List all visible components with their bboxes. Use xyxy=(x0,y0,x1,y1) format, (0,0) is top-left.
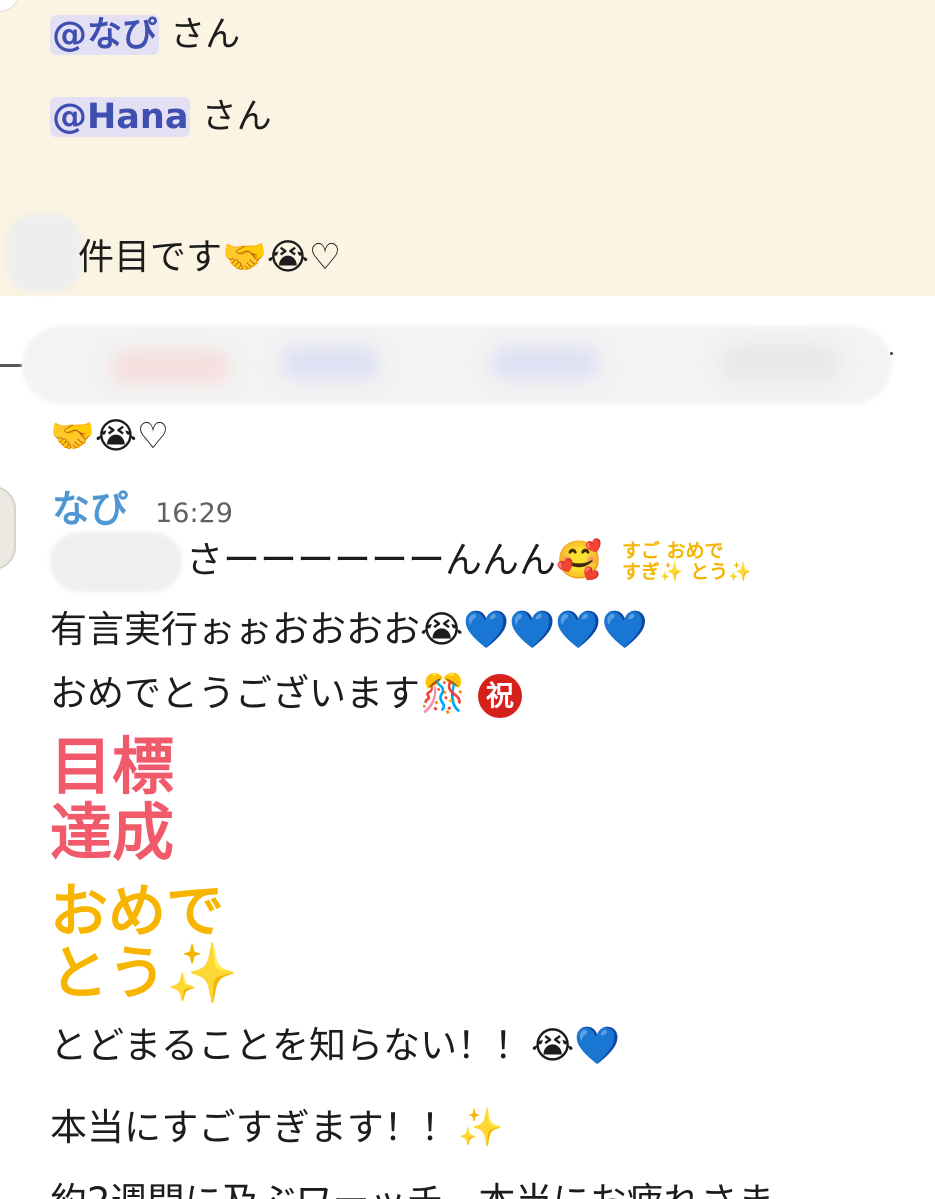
divider xyxy=(0,364,22,367)
sticker-congratulations: おめで とう✨ xyxy=(50,877,239,1007)
reaction-text: 🤝😭♡ xyxy=(50,416,170,457)
message-line-3: おめでとうございます🎊 祝 xyxy=(50,666,522,722)
message-text: 件目です🤝😭♡ xyxy=(78,237,342,278)
redacted-spot xyxy=(280,346,380,380)
username[interactable]: なぴ xyxy=(52,487,128,531)
message-header: なぴ 16:29 xyxy=(52,478,233,531)
blue-hearts: 💙💙💙💙 xyxy=(463,608,648,651)
line1-text: さーーーーーーんんん🥰 xyxy=(186,538,603,582)
sticker-top: すご おめで xyxy=(621,540,724,562)
message-line-1: さーーーーーーんんん🥰 すご おめで すぎ✨ とう✨ xyxy=(50,532,752,592)
divider-dot xyxy=(890,352,893,355)
chat-view: @なぴ さん @Hana さん 件目です🤝😭♡ 🤝😭♡ なぴ 16:29 さーー… xyxy=(0,0,935,1199)
timestamp[interactable]: 16:29 xyxy=(155,498,233,529)
message-line-5: 本当にすごすぎます！！✨ xyxy=(50,1106,504,1149)
redacted-name xyxy=(50,532,182,592)
mention-hana[interactable]: @Hana xyxy=(50,97,191,137)
mention-line-1: @なぴ さん xyxy=(50,12,240,58)
message-line-6: 約2週間に及ぶワーッチ、本当にお疲れさま xyxy=(50,1174,774,1199)
mention-suffix: さん xyxy=(201,97,272,137)
line3-text: おめでとうございます🎊 xyxy=(50,672,467,715)
redacted-text xyxy=(6,214,82,292)
mention-suffix: さん xyxy=(170,15,241,55)
avatar[interactable] xyxy=(0,0,20,12)
celebration-badge-icon: 祝 xyxy=(477,673,522,718)
highlighted-message: @なぴ さん @Hana さん 件目です🤝😭♡ xyxy=(0,0,935,296)
mention-line-2: @Hana さん xyxy=(50,94,272,140)
line2-text: 有言実行ぉぉおおおお😭 xyxy=(50,608,464,651)
blue-heart: 💙 xyxy=(574,1024,621,1067)
avatar[interactable] xyxy=(0,486,16,570)
redacted-spot xyxy=(490,346,600,380)
sticker-bottom: すぎ✨ とう✨ xyxy=(621,561,752,583)
line4-text: とどまることを知らない！！😭 xyxy=(50,1024,575,1067)
sticker-sugoi-omedetou: すご おめで すぎ✨ とう✨ xyxy=(622,541,752,583)
redacted-spot xyxy=(110,350,230,384)
mention-napi[interactable]: @なぴ xyxy=(50,15,160,55)
sticker-goal-achieved: 目標 達成 xyxy=(50,730,175,869)
message-line-2: 有言実行ぉぉおおおお😭💙💙💙💙 xyxy=(50,602,648,658)
message-line-4: とどまることを知らない！！😭💙 xyxy=(50,1018,620,1074)
redacted-spot xyxy=(720,344,840,382)
